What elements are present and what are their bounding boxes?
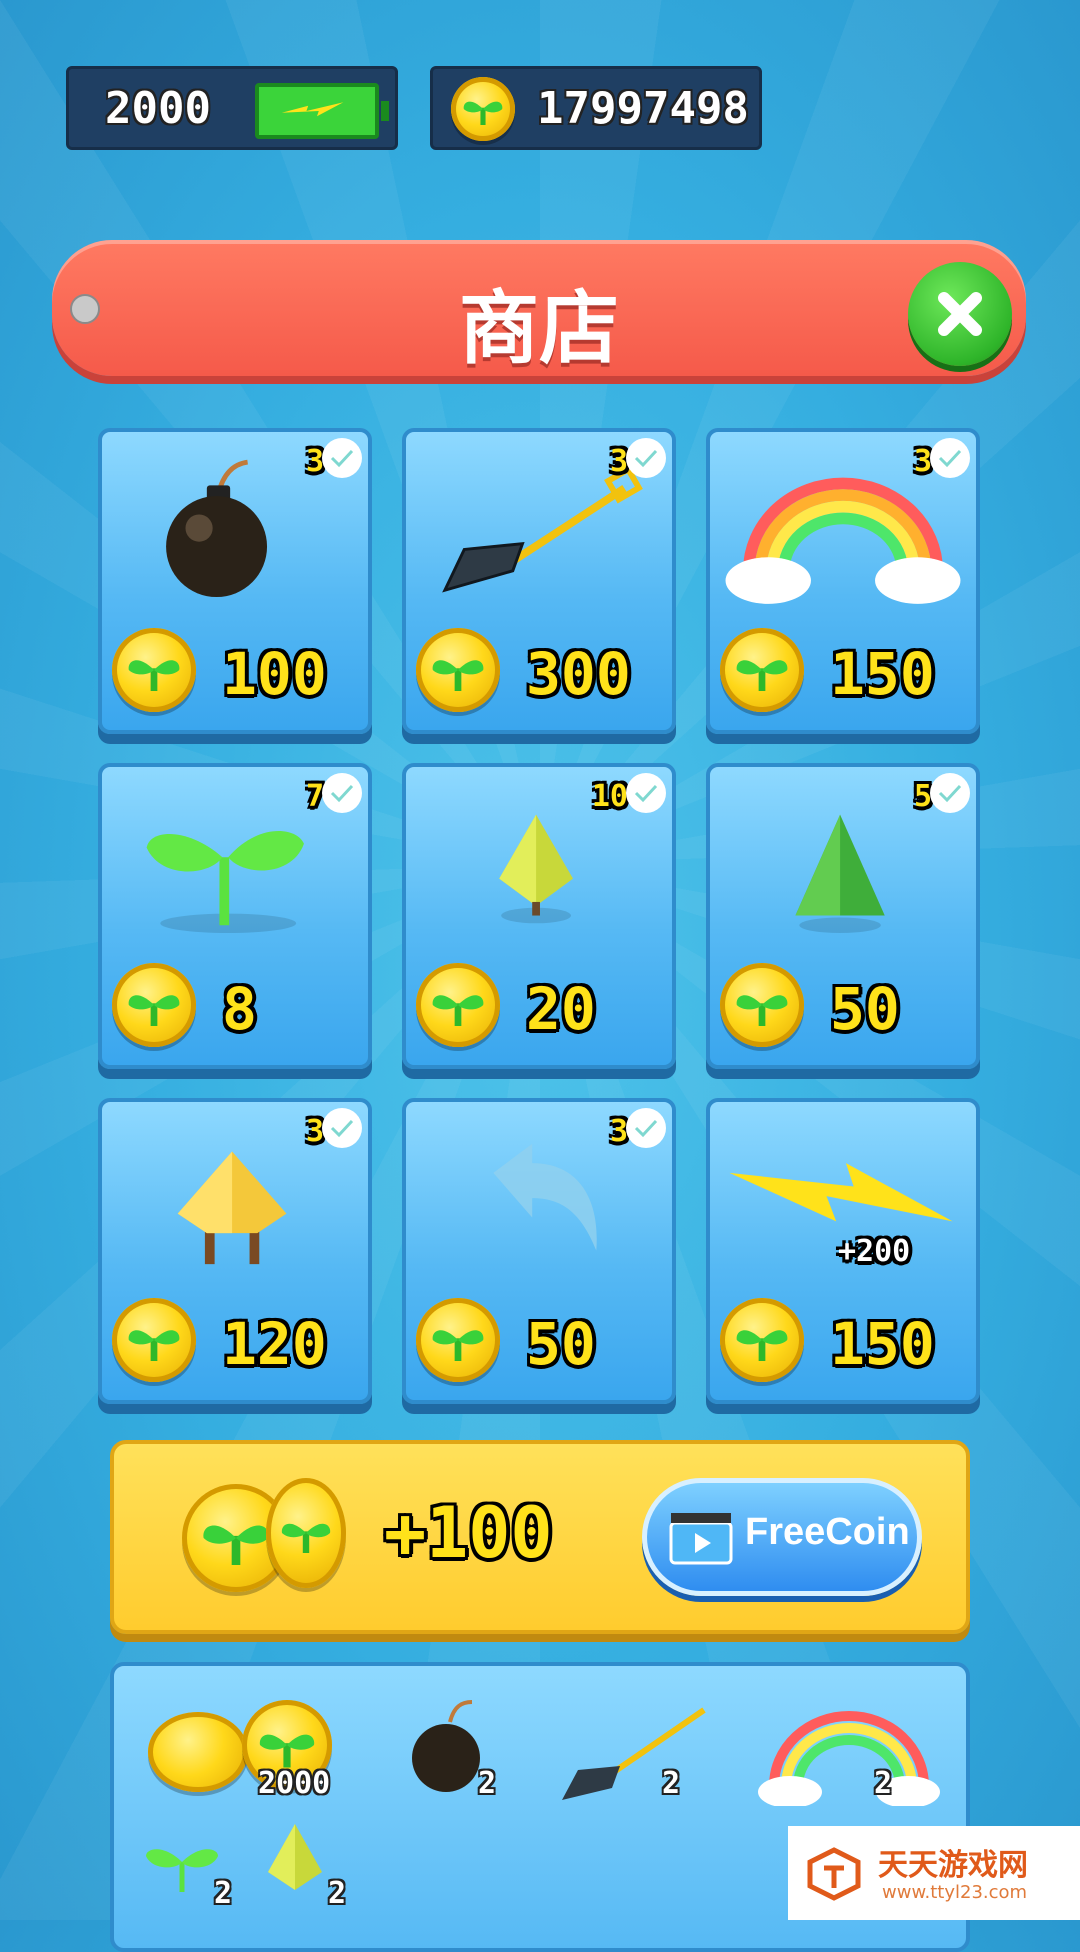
item-card-small-tree[interactable]: 10 20 [402, 763, 676, 1069]
item-price: 8 [222, 975, 257, 1043]
watermark-title: 天天游戏网 [878, 1848, 1028, 1883]
item-count: 7 [305, 779, 324, 814]
watermark-logo [807, 1847, 861, 1901]
video-icon [669, 1513, 733, 1565]
item-price: 150 [830, 640, 935, 708]
close-icon [938, 292, 982, 336]
item-count: 10 [591, 779, 628, 814]
page-title: 商店 [459, 282, 619, 375]
item-count: 3 [609, 1114, 628, 1149]
watermark-url: www.ttyl23.com [882, 1882, 1028, 1903]
coin-icon [416, 1298, 500, 1382]
check-icon [930, 438, 970, 478]
item-price: 300 [526, 640, 631, 708]
energy-counter: 2000 [66, 66, 398, 150]
check-icon [322, 1108, 362, 1148]
check-icon [626, 438, 666, 478]
item-count: 3 [913, 444, 932, 479]
item-count: 5 [913, 779, 932, 814]
item-card-energy[interactable]: +200 150 [706, 1098, 980, 1404]
close-button[interactable] [908, 262, 1012, 366]
free-coin-button-label: FreeCoin [745, 1511, 910, 1553]
item-card-golden-tree[interactable]: 3 120 [98, 1098, 372, 1404]
item-count: 3 [305, 444, 324, 479]
coin-stack-icon [148, 1712, 248, 1792]
sprout-icon [146, 1849, 218, 1892]
bundle-coin-count: 2000 [258, 1766, 331, 1801]
item-card-pine-tree[interactable]: 5 50 [706, 763, 980, 1069]
item-count: 3 [305, 1114, 324, 1149]
shop-banner: 商店 [52, 240, 1026, 376]
shovel-icon [562, 1707, 706, 1800]
coin-icon [416, 628, 500, 712]
free-coin-button[interactable]: FreeCoin [642, 1478, 922, 1596]
item-price: 100 [222, 640, 327, 708]
bundle-bomb-count: 2 [478, 1766, 497, 1801]
item-card-undo[interactable]: 3 50 [402, 1098, 676, 1404]
rainbow-icon [758, 1711, 940, 1806]
bundle-shovel-count: 2 [662, 1766, 681, 1801]
coin-icon [720, 628, 804, 712]
coin-icon [451, 77, 515, 141]
item-price: 50 [526, 1310, 596, 1378]
bundle-sprout-count: 2 [214, 1876, 233, 1911]
coin-counter: 17997498 [430, 66, 762, 150]
free-coin-amount: +100 [384, 1492, 553, 1574]
battery-icon [255, 83, 389, 139]
item-price: 120 [222, 1310, 327, 1378]
item-price: 150 [830, 1310, 935, 1378]
item-card-sprout[interactable]: 7 8 [98, 763, 372, 1069]
check-icon [322, 438, 362, 478]
item-price: 50 [830, 975, 900, 1043]
bundle-tree-count: 2 [328, 1876, 347, 1911]
lightning-icon [729, 1163, 953, 1222]
check-icon [322, 773, 362, 813]
coin-icon [416, 963, 500, 1047]
coin-icon [112, 628, 196, 712]
check-icon [626, 1108, 666, 1148]
item-card-rainbow[interactable]: 3 150 [706, 428, 980, 734]
item-price: 20 [526, 975, 596, 1043]
coin-icon [112, 963, 196, 1047]
small-tree-icon [268, 1824, 322, 1890]
coin-icon [112, 1298, 196, 1382]
check-icon [930, 773, 970, 813]
check-icon [626, 773, 666, 813]
watermark: 天天游戏网 www.ttyl23.com [788, 1826, 1080, 1920]
bundle-rainbow-count: 2 [874, 1766, 893, 1801]
energy-value: 2000 [105, 83, 211, 134]
coin-icon [266, 1478, 346, 1588]
coin-icon [720, 963, 804, 1047]
energy-bonus: +200 [838, 1234, 911, 1269]
item-count: 3 [609, 444, 628, 479]
item-card-shovel[interactable]: 3 300 [402, 428, 676, 734]
coin-icon [720, 1298, 804, 1382]
item-card-bomb[interactable]: 3 100 [98, 428, 372, 734]
coin-value: 17997498 [537, 83, 749, 134]
free-coin-panel: +100 FreeCoin [110, 1440, 970, 1634]
